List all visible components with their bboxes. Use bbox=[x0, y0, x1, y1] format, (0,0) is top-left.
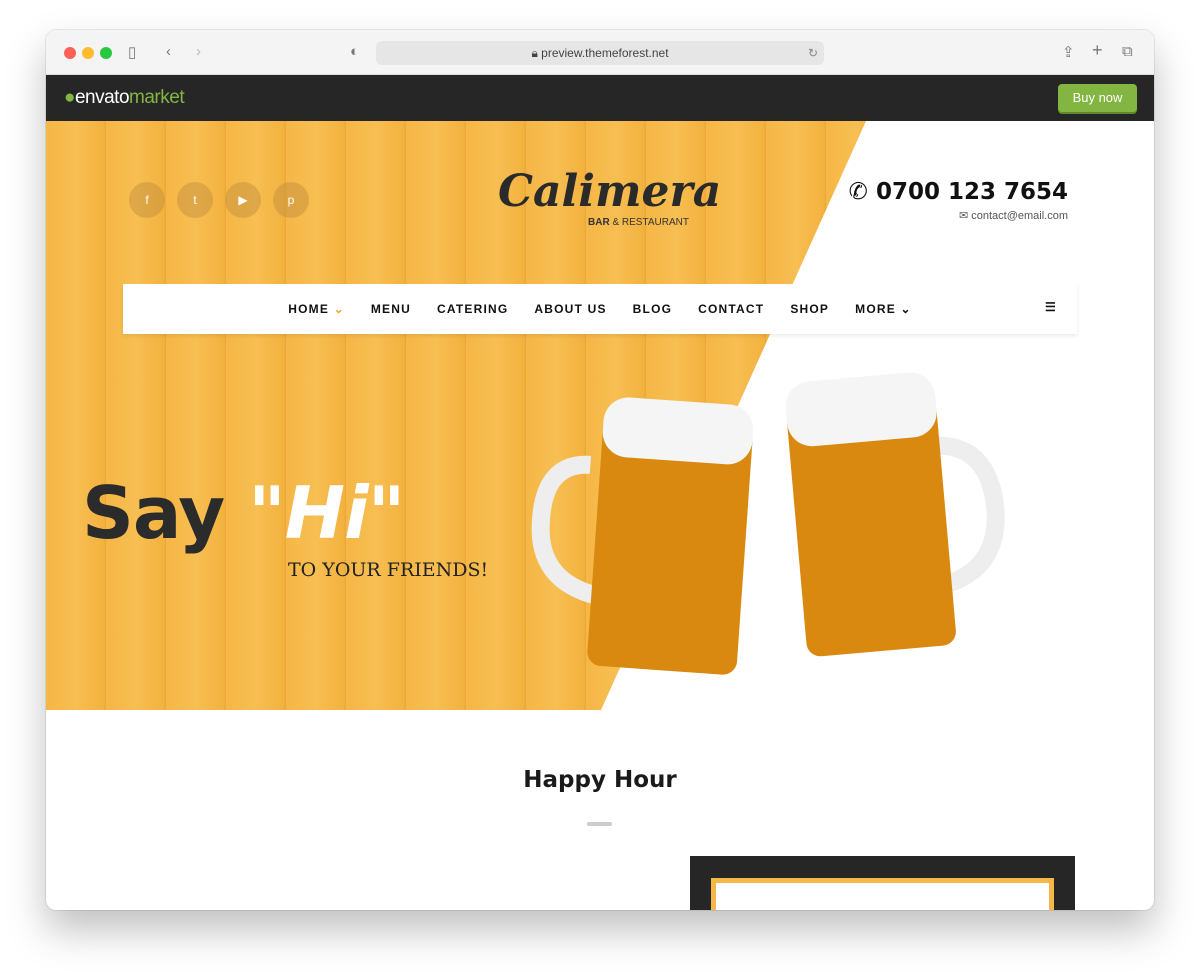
phone-number[interactable]: ✆ 0700 123 7654 bbox=[849, 179, 1068, 205]
hamburger-menu-icon[interactable]: ☰ bbox=[1045, 300, 1057, 314]
nav-more[interactable]: MORE ⌄ bbox=[855, 302, 912, 316]
nav-menu[interactable]: MENU bbox=[371, 302, 411, 316]
lock-icon: 🔒︎ bbox=[531, 46, 542, 60]
title-divider bbox=[587, 822, 612, 826]
twitter-icon[interactable]: t bbox=[177, 182, 213, 218]
nav-blog[interactable]: BLOG bbox=[633, 302, 672, 316]
main-nav: HOME ⌄ MENU CATERING ABOUT US BLOG CONTA… bbox=[123, 284, 1077, 334]
browser-window: ▯ ‹ › ◐ 🔒︎ preview.themeforest.net ↻ ⇪ + … bbox=[46, 30, 1154, 910]
nav-about[interactable]: ABOUT US bbox=[534, 302, 606, 316]
nav-catering[interactable]: CATERING bbox=[437, 302, 508, 316]
maximize-button[interactable] bbox=[100, 47, 112, 59]
phone-icon: ✆ bbox=[848, 179, 876, 205]
youtube-icon[interactable]: ▶ bbox=[225, 182, 261, 218]
beer-mugs-image bbox=[531, 372, 1005, 675]
share-icon[interactable]: ⇪ bbox=[1062, 43, 1075, 61]
hero-subtitle: TO YOUR FRIENDS! bbox=[288, 559, 489, 581]
pinterest-icon[interactable]: p bbox=[273, 182, 309, 218]
back-icon[interactable]: ‹ bbox=[166, 43, 171, 60]
envelope-icon: ✉ bbox=[958, 210, 972, 222]
buy-now-button[interactable]: Buy now bbox=[1058, 84, 1137, 112]
nav-home[interactable]: HOME ⌄ bbox=[288, 302, 345, 316]
tabs-icon[interactable]: ⧉ bbox=[1122, 43, 1133, 60]
address-bar[interactable]: 🔒︎ preview.themeforest.net ↻ bbox=[376, 41, 824, 65]
minimize-button[interactable] bbox=[82, 47, 94, 59]
email-link[interactable]: ✉ contact@email.com bbox=[959, 209, 1068, 222]
reload-icon[interactable]: ↻ bbox=[808, 41, 818, 65]
brand-logo[interactable]: Calimera BAR & RESTAURANT bbox=[498, 166, 721, 228]
sidebar-icon[interactable]: ▯ bbox=[128, 43, 136, 61]
envato-bar: ●envatomarket Buy now bbox=[46, 75, 1154, 121]
shield-icon[interactable]: ◐ bbox=[350, 43, 359, 60]
facebook-icon[interactable]: f bbox=[129, 182, 165, 218]
envato-logo[interactable]: ●envatomarket bbox=[64, 87, 185, 109]
forward-icon[interactable]: › bbox=[196, 43, 201, 60]
close-button[interactable] bbox=[64, 47, 76, 59]
hero: f t ▶ p Calimera BAR & RESTAURANT ✆ 0700… bbox=[46, 121, 1154, 710]
nav-shop[interactable]: SHOP bbox=[790, 302, 829, 316]
nav-contact[interactable]: CONTACT bbox=[698, 302, 764, 316]
new-tab-icon[interactable]: + bbox=[1092, 40, 1103, 61]
hero-title: Say "Hi" bbox=[82, 471, 405, 555]
browser-toolbar: ▯ ‹ › ◐ 🔒︎ preview.themeforest.net ↻ ⇪ + … bbox=[46, 30, 1154, 75]
section-title: Happy Hour bbox=[523, 767, 677, 793]
url-text: preview.themeforest.net bbox=[541, 46, 669, 60]
happy-hour-card bbox=[690, 856, 1075, 910]
